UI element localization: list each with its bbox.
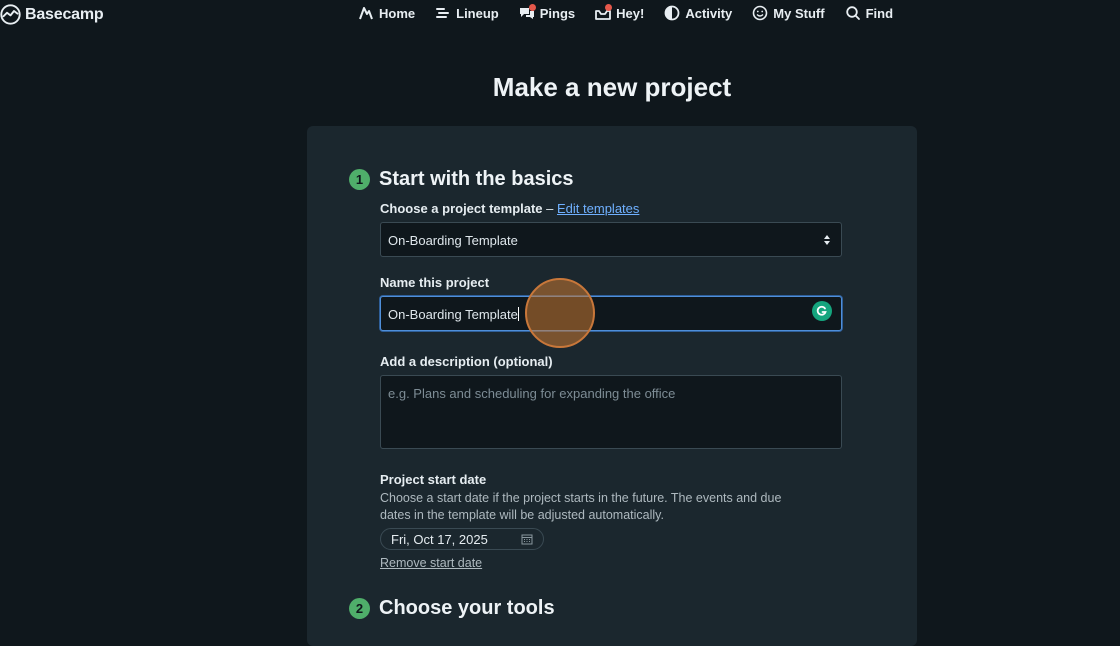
grammarly-icon[interactable]	[812, 301, 832, 321]
step-2-number: 2	[349, 598, 370, 619]
nav-activity[interactable]: Activity	[664, 5, 732, 21]
description-label: Add a description (optional)	[380, 354, 553, 369]
app-name: Basecamp	[25, 5, 104, 23]
template-select[interactable]: On-Boarding Template	[380, 222, 842, 257]
basecamp-logo-icon	[0, 4, 21, 25]
nav-hey-label: Hey!	[616, 5, 645, 21]
template-select-value: On-Boarding Template	[388, 233, 518, 248]
nav-lineup[interactable]: Lineup	[435, 5, 499, 21]
step-2-title: Choose your tools	[379, 597, 555, 619]
select-arrows-icon	[824, 235, 830, 245]
page-title: Make a new project	[492, 72, 732, 102]
remove-start-date-link[interactable]: Remove start date	[380, 556, 482, 570]
nav-pings-label: Pings	[539, 5, 576, 21]
nav-pings[interactable]: Pings	[519, 4, 576, 21]
home-icon	[359, 7, 373, 20]
text-caret	[517, 307, 519, 321]
main-nav: Home Lineup Pings Hey! Activity My Stuff…	[358, 4, 913, 21]
project-name-input[interactable]: On-Boarding Template	[380, 296, 842, 331]
nav-find-label: Find	[865, 5, 894, 21]
edit-templates-link[interactable]: Edit templates	[557, 201, 639, 216]
template-label-row: Choose a project template – Edit templat…	[380, 201, 639, 216]
search-icon	[845, 6, 860, 20]
calendar-icon	[521, 534, 533, 545]
basecamp-logo[interactable]: Basecamp	[0, 4, 104, 25]
description-placeholder: e.g. Plans and scheduling for expanding …	[388, 386, 676, 401]
lineup-icon	[436, 8, 450, 18]
nav-my-stuff[interactable]: My Stuff	[752, 5, 825, 21]
step-1-title: Start with the basics	[379, 168, 574, 190]
click-highlight	[525, 278, 595, 348]
nav-activity-label: Activity	[685, 5, 733, 21]
smiley-icon	[752, 5, 768, 21]
start-date-help: Choose a start date if the project start…	[380, 491, 782, 522]
nav-lineup-label: Lineup	[456, 5, 499, 21]
project-name-value: On-Boarding Template	[388, 307, 518, 322]
top-navigation: Basecamp Home Lineup Pings Hey! Activity…	[0, 0, 1120, 30]
name-label: Name this project	[380, 275, 490, 290]
start-date-label: Project start date	[380, 472, 487, 487]
template-label: Choose a project template	[380, 201, 543, 216]
start-date-value: Fri, Oct 17, 2025	[391, 531, 488, 547]
nav-find[interactable]: Find	[845, 5, 893, 21]
nav-home[interactable]: Home	[358, 5, 415, 21]
step-1-header: 1 Start with the basics	[349, 168, 574, 191]
nav-my-stuff-label: My Stuff	[773, 5, 825, 21]
description-textarea[interactable]: e.g. Plans and scheduling for expanding …	[380, 375, 842, 449]
step-2-header: 2 Choose your tools	[349, 597, 555, 620]
template-separator: –	[542, 201, 558, 216]
step-1-number: 1	[349, 169, 370, 190]
activity-icon	[664, 5, 680, 21]
nav-hey[interactable]: Hey!	[595, 4, 645, 21]
start-date-picker[interactable]: Fri, Oct 17, 2025	[380, 528, 544, 550]
pings-unread-dot	[528, 4, 536, 11]
nav-home-label: Home	[379, 5, 416, 21]
